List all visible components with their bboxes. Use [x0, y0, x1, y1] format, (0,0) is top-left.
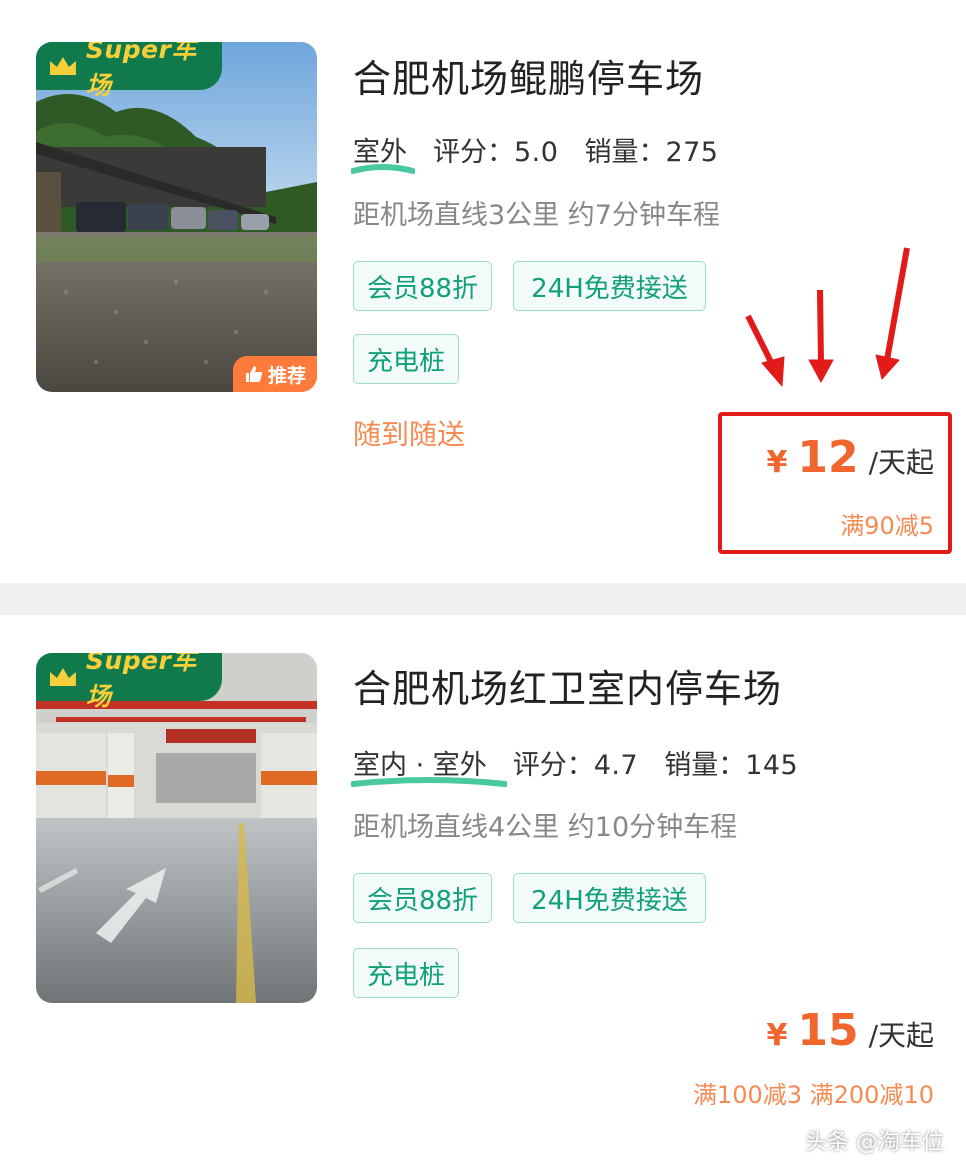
service-note: 随到随送 [353, 418, 466, 451]
rating-value: 5.0 [514, 137, 559, 168]
crown-icon [49, 668, 76, 686]
currency-symbol: ¥ [766, 1018, 788, 1053]
price-amount: 15 [797, 1005, 859, 1056]
tag-free-shuttle: 24H免费接送 [513, 261, 706, 311]
super-lot-badge: Super车场 [36, 653, 222, 711]
badge-label: Super车场 [85, 42, 197, 100]
sales-value: 275 [665, 137, 719, 168]
environment-underline [351, 777, 507, 787]
parking-lot-photo[interactable]: Super车场 [36, 653, 317, 1003]
badge-label: Super车场 [85, 653, 197, 711]
tag-free-shuttle: 24H免费接送 [513, 873, 706, 923]
parking-listing-card[interactable]: Super车场 推荐 合肥机场鲲鹏停车场 室外 评分：5.0 销量：275 距机… [0, 0, 966, 583]
recommend-badge: 推荐 [233, 356, 317, 392]
rating-value: 4.7 [593, 750, 639, 781]
thumbs-up-icon [245, 366, 263, 382]
price-display[interactable]: ¥ 15 /天起 [766, 1005, 934, 1056]
tag-charging-pile: 充电桩 [353, 948, 459, 998]
environment-label: 室内 · 室外 [351, 743, 507, 787]
rating-label: 评分： [433, 137, 514, 168]
sales: 销量：275 [584, 130, 718, 169]
listing-title[interactable]: 合肥机场红卫室内停车场 [353, 658, 782, 713]
annotation-arrows [745, 247, 910, 387]
sales-label: 销量： [584, 137, 666, 168]
environment-underline [351, 164, 415, 174]
sales: 销量：145 [664, 743, 798, 782]
listing-title[interactable]: 合肥机场鲲鹏停车场 [353, 48, 704, 103]
super-lot-badge: Super车场 [36, 42, 222, 100]
tag-member-discount: 会员88折 [353, 261, 492, 311]
parking-lot-photo[interactable]: Super车场 推荐 [36, 42, 317, 392]
sales-value: 145 [745, 750, 799, 781]
crown-icon [49, 57, 76, 75]
recommend-label: 推荐 [267, 364, 306, 387]
tag-member-discount: 会员88折 [353, 873, 492, 923]
environment-label: 室外 [351, 130, 415, 174]
distance-info: 距机场直线3公里 约7分钟车程 [353, 200, 720, 231]
parking-listing-card[interactable]: Super车场 合肥机场红卫室内停车场 室内 · 室外 评分：4.7 销量：14… [0, 615, 966, 1174]
discount-info: 满100减3 满200减10 [692, 1081, 934, 1109]
rating-label: 评分： [512, 750, 594, 781]
watermark: 头条 @淘车位 [805, 1130, 944, 1155]
distance-info: 距机场直线4公里 约10分钟车程 [353, 812, 738, 843]
sales-label: 销量： [664, 750, 746, 781]
tag-charging-pile: 充电桩 [353, 334, 459, 384]
listing-meta: 室内 · 室外 评分：4.7 销量：145 [351, 743, 798, 787]
price-unit: /天起 [868, 1019, 934, 1052]
rating: 评分：5.0 [433, 130, 558, 169]
listing-meta: 室外 评分：5.0 销量：275 [351, 130, 719, 174]
price-highlight-box [718, 412, 952, 554]
rating: 评分：4.7 [513, 743, 638, 782]
